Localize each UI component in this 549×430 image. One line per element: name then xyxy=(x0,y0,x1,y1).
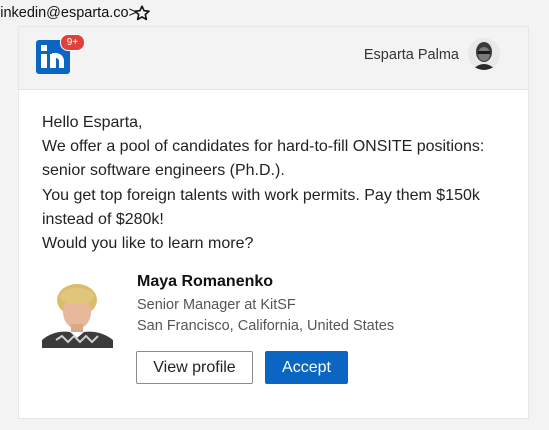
email-card: 9+ Esparta Palma Hello Esparta, We offer… xyxy=(18,26,529,419)
user-avatar[interactable] xyxy=(468,38,500,70)
sender-address: linkedin@esparta.co> xyxy=(0,5,138,21)
message-line: instead of $280k! xyxy=(42,210,164,228)
message-line: senior software engineers (Ph.D.). xyxy=(42,162,285,180)
star-icon[interactable] xyxy=(134,5,150,21)
message-body: Hello Esparta, We offer a pool of candid… xyxy=(42,111,512,256)
accept-button[interactable]: Accept xyxy=(265,351,348,384)
message-line: You get top foreign talents with work pe… xyxy=(42,186,480,204)
contact-photo-image xyxy=(42,280,113,348)
view-profile-button[interactable]: View profile xyxy=(136,351,253,384)
contact-photo[interactable] xyxy=(42,280,113,348)
message-line: We offer a pool of candidates for hard-t… xyxy=(42,138,485,156)
message-line: Hello Esparta, xyxy=(42,114,143,131)
email-header: 9+ Esparta Palma xyxy=(19,27,528,90)
sender-bar: linkedin@esparta.co> xyxy=(0,0,549,26)
contact-title: Senior Manager at KitSF xyxy=(137,297,296,313)
contact-location: San Francisco, California, United States xyxy=(137,318,395,334)
user-name: Esparta Palma xyxy=(363,47,459,63)
message-line: Would you like to learn more? xyxy=(42,235,254,253)
notification-badge: 9+ xyxy=(60,34,85,51)
user-avatar-image xyxy=(468,38,500,70)
contact-name: Maya Romanenko xyxy=(137,273,274,290)
